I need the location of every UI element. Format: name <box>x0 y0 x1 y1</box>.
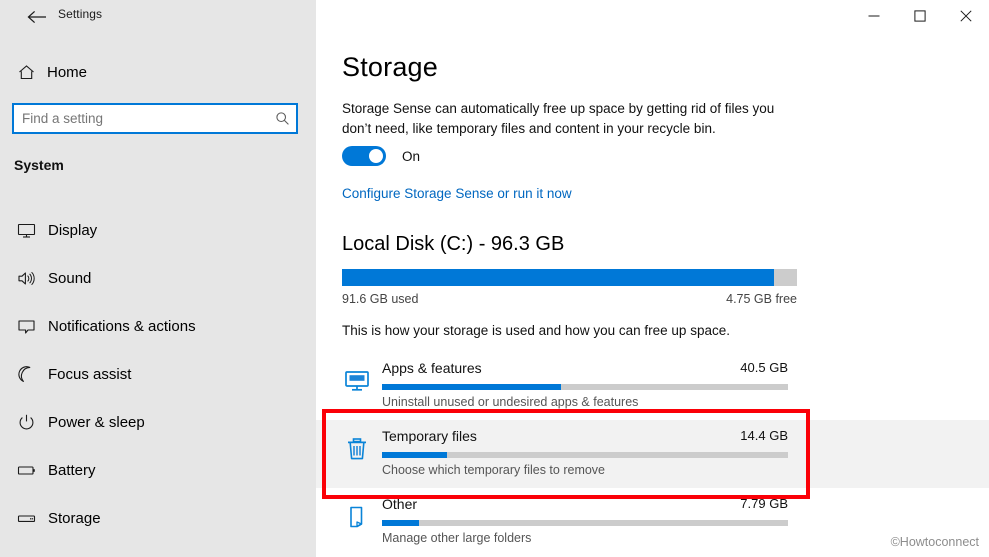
monitor-icon <box>15 219 37 241</box>
page-title: Storage <box>342 52 438 82</box>
maximize-icon <box>914 10 926 22</box>
back-button[interactable] <box>20 4 54 30</box>
toggle-knob <box>369 149 383 163</box>
category-usage-fill <box>382 520 419 526</box>
disk-usage-bar <box>342 269 797 286</box>
home-label: Home <box>47 63 88 81</box>
sidebar-item-power-sleep[interactable]: Power & sleep <box>0 398 316 446</box>
apps-monitor-icon <box>342 366 372 396</box>
sidebar-section-header: System <box>14 157 64 173</box>
close-button[interactable] <box>943 0 989 32</box>
main-content: Storage Storage Sense can automatically … <box>316 0 989 557</box>
minimize-button[interactable] <box>851 0 897 32</box>
category-size: 14.4 GB <box>740 428 788 443</box>
storage-category-other[interactable]: Other 7.79 GB Manage other large folders <box>316 488 989 556</box>
battery-icon <box>15 459 37 481</box>
sidebar-item-sound[interactable]: Sound <box>0 254 316 302</box>
storage-sense-toggle[interactable] <box>342 146 386 166</box>
settings-window: Home System Displ <box>0 0 989 557</box>
configure-storage-sense-link[interactable]: Configure Storage Sense or run it now <box>342 186 572 201</box>
category-subtitle: Uninstall unused or undesired apps & fea… <box>382 395 639 409</box>
category-size: 7.79 GB <box>740 496 788 511</box>
category-size: 40.5 GB <box>740 360 788 375</box>
home-icon <box>15 64 37 81</box>
search-icon[interactable] <box>268 105 296 132</box>
category-subtitle: Manage other large folders <box>382 531 532 545</box>
close-icon <box>960 10 972 22</box>
toggle-state-label: On <box>402 148 421 164</box>
sidebar-item-home[interactable]: Home <box>0 57 316 87</box>
sidebar-item-display[interactable]: Display <box>0 206 316 254</box>
moon-icon <box>15 363 37 385</box>
sidebar-item-label: Focus assist <box>48 365 132 383</box>
trash-can-icon <box>342 434 372 464</box>
sidebar-item-label: Battery <box>48 461 96 479</box>
category-usage-fill <box>382 384 561 390</box>
storage-category-list: Apps & features 40.5 GB Uninstall unused… <box>316 352 989 556</box>
maximize-button[interactable] <box>897 0 943 32</box>
sidebar-item-label: Storage <box>48 509 101 527</box>
storage-category-temporary-files[interactable]: Temporary files 14.4 GB Choose which tem… <box>316 420 989 488</box>
sidebar-item-focus-assist[interactable]: Focus assist <box>0 350 316 398</box>
search-box[interactable] <box>12 103 298 134</box>
sidebar-item-label: Display <box>48 221 98 239</box>
sidebar-item-label: Power & sleep <box>48 413 145 431</box>
chat-bubble-icon <box>15 315 37 337</box>
window-title: Settings <box>58 7 103 21</box>
folder-icon <box>342 502 372 532</box>
storage-sense-toggle-row: On <box>342 146 420 166</box>
sidebar-item-label: Notifications & actions <box>48 317 196 335</box>
sidebar-item-battery[interactable]: Battery <box>0 446 316 494</box>
watermark: ©Howtoconnect <box>890 535 979 549</box>
minimize-icon <box>868 15 880 17</box>
sidebar-item-notifications-actions[interactable]: Notifications & actions <box>0 302 316 350</box>
disk-free-label: 4.75 GB free <box>726 292 797 306</box>
local-disk-title: Local Disk (C:) - 96.3 GB <box>342 233 565 255</box>
storage-category-apps-features[interactable]: Apps & features 40.5 GB Uninstall unused… <box>316 352 989 420</box>
drive-icon <box>15 507 37 529</box>
category-usage-fill <box>382 452 447 458</box>
search-input[interactable] <box>14 105 268 132</box>
sidebar: Home System Displ <box>0 0 316 557</box>
sidebar-item-tablet-mode[interactable]: Tablet mode <box>0 542 316 557</box>
power-icon <box>15 411 37 433</box>
category-subtitle: Choose which temporary files to remove <box>382 463 606 477</box>
category-usage-bar <box>382 384 788 390</box>
window-controls <box>851 0 989 32</box>
speaker-icon <box>15 267 37 289</box>
title-bar: Settings <box>0 0 989 32</box>
sidebar-item-storage[interactable]: Storage <box>0 494 316 542</box>
category-usage-bar <box>382 452 788 458</box>
sidebar-item-label: Sound <box>48 269 92 287</box>
usage-intro-text: This is how your storage is used and how… <box>342 323 730 338</box>
back-arrow-icon <box>27 10 46 24</box>
disk-usage-fill <box>342 269 775 286</box>
sidebar-nav-list: Display Sound Notifications & actions Fo… <box>0 206 316 557</box>
category-usage-bar <box>382 520 788 526</box>
storage-sense-description: Storage Sense can automatically free up … <box>342 101 775 136</box>
